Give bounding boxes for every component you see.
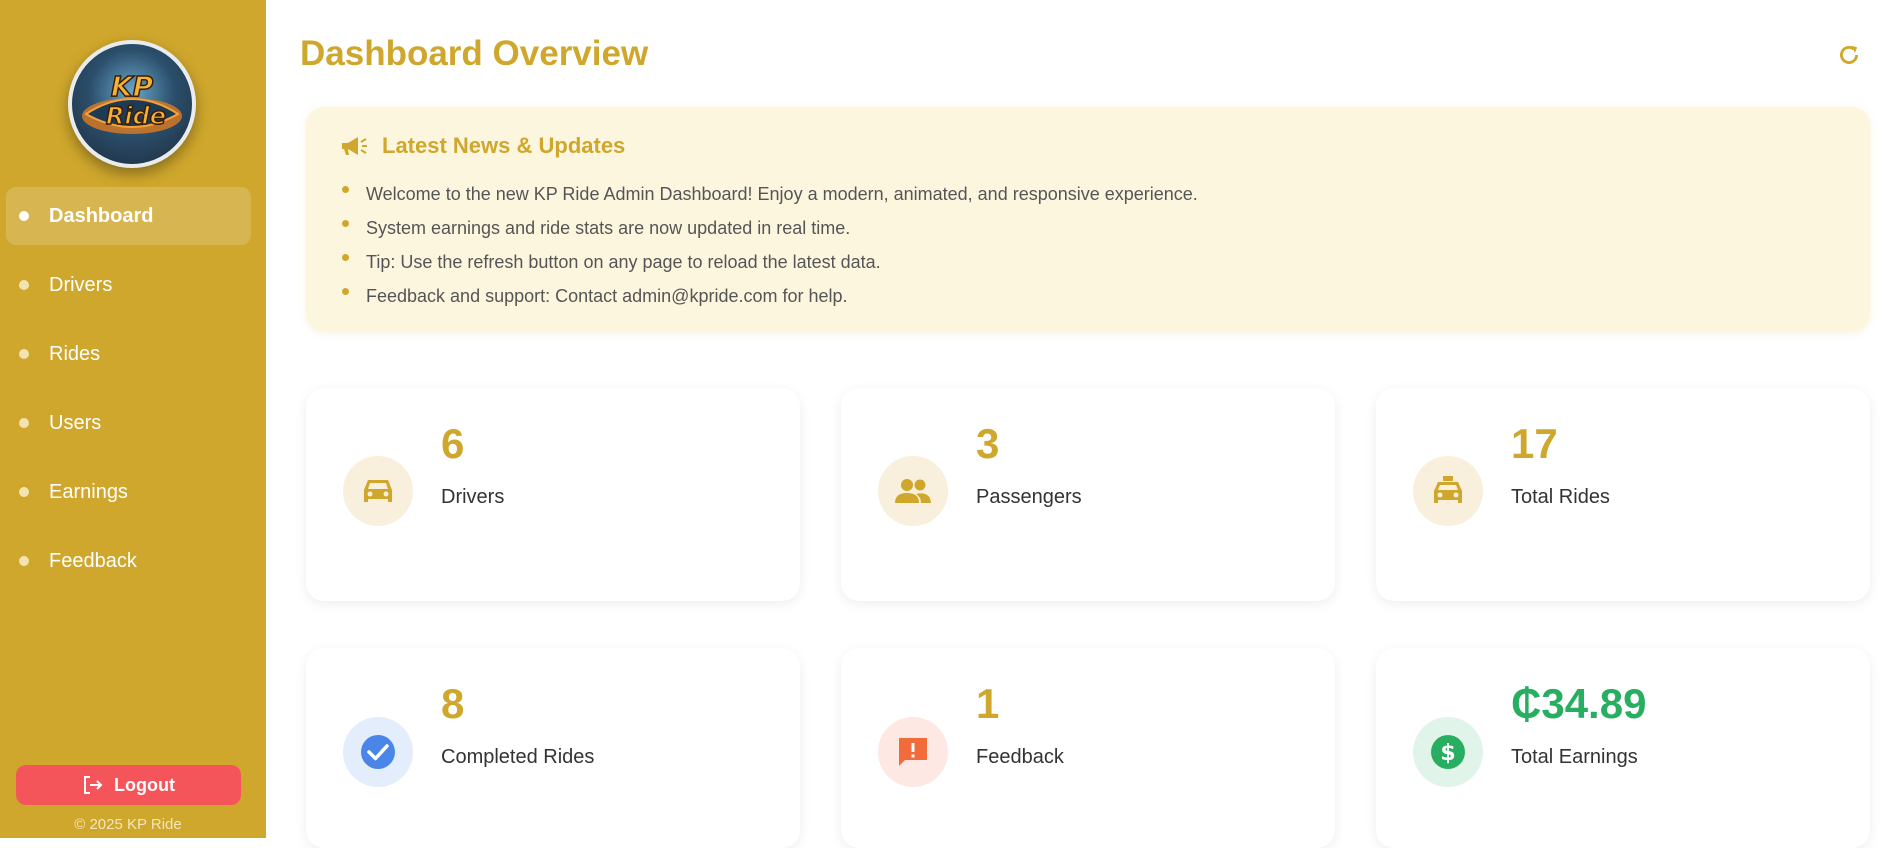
stat-label: Feedback [976,746,1064,768]
sidebar-item-label: Drivers [49,273,113,296]
bullet-icon [19,280,29,290]
news-item: Feedback and support: Contact admin@kpri… [342,279,1198,313]
stat-card-total-earnings: $ ₵34.89 Total Earnings [1376,648,1870,848]
sidebar-item-label: Dashboard [49,204,154,227]
car-icon [343,456,413,526]
megaphone-icon [342,137,367,155]
check-circle-icon [343,717,413,787]
stat-value: 17 [1511,420,1558,467]
news-list: Welcome to the new KP Ride Admin Dashboa… [342,177,1198,313]
feedback-icon [878,717,948,787]
logout-label: Logout [114,774,175,795]
stat-label: Total Earnings [1511,746,1638,768]
refresh-icon[interactable] [1836,42,1862,68]
bullet-icon [19,487,29,497]
copyright-text: © 2025 KP Ride [74,816,182,833]
stat-value: 1 [976,680,1000,727]
sidebar: KP Ride Dashboard Drivers Rides Users Ea… [0,0,266,838]
svg-text:Ride: Ride [106,102,166,130]
sidebar-item-label: Users [49,411,102,434]
bullet-icon [19,349,29,359]
bullet-icon [19,211,29,221]
people-icon [878,456,948,526]
kp-ride-logo: KP Ride [68,40,196,168]
sidebar-item-feedback[interactable]: Feedback [6,532,251,590]
sidebar-item-drivers[interactable]: Drivers [6,256,251,314]
news-item: Tip: Use the refresh button on any page … [342,245,1198,279]
bullet-icon [19,418,29,428]
news-item: System earnings and ride stats are now u… [342,211,1198,245]
stat-label: Completed Rides [441,746,595,768]
sidebar-item-label: Feedback [49,549,137,572]
stat-value: ₵34.89 [1511,680,1647,727]
sidebar-nav: Dashboard Drivers Rides Users Earnings F… [6,187,251,601]
sidebar-item-dashboard[interactable]: Dashboard [6,187,251,245]
stat-card-passengers: 3 Passengers [841,388,1335,601]
stat-card-total-rides: 17 Total Rides [1376,388,1870,601]
stat-value: 8 [441,680,465,727]
bullet-icon [19,556,29,566]
svg-text:$: $ [1440,741,1455,766]
sidebar-item-label: Rides [49,342,101,365]
news-title: Latest News & Updates [382,133,626,158]
logout-icon [84,776,103,794]
stat-value: 6 [441,420,465,467]
stat-label: Drivers [441,486,505,508]
news-panel: Latest News & Updates Welcome to the new… [306,107,1870,331]
sidebar-item-label: Earnings [49,480,128,503]
svg-text:KP: KP [111,70,154,103]
sidebar-item-earnings[interactable]: Earnings [6,463,251,521]
stat-label: Total Rides [1511,486,1610,508]
stat-card-feedback: 1 Feedback [841,648,1335,848]
news-header: Latest News & Updates [340,133,625,159]
taxi-icon [1413,456,1483,526]
sidebar-item-rides[interactable]: Rides [6,325,251,383]
stat-value: 3 [976,420,1000,467]
sidebar-item-users[interactable]: Users [6,394,251,452]
stat-label: Passengers [976,486,1082,508]
news-item: Welcome to the new KP Ride Admin Dashboa… [342,177,1198,211]
logout-button[interactable]: Logout [16,765,241,805]
stat-card-completed-rides: 8 Completed Rides [306,648,800,848]
page-title: Dashboard Overview [300,34,649,73]
dollar-icon: $ [1413,717,1483,787]
stat-card-drivers: 6 Drivers [306,388,800,601]
